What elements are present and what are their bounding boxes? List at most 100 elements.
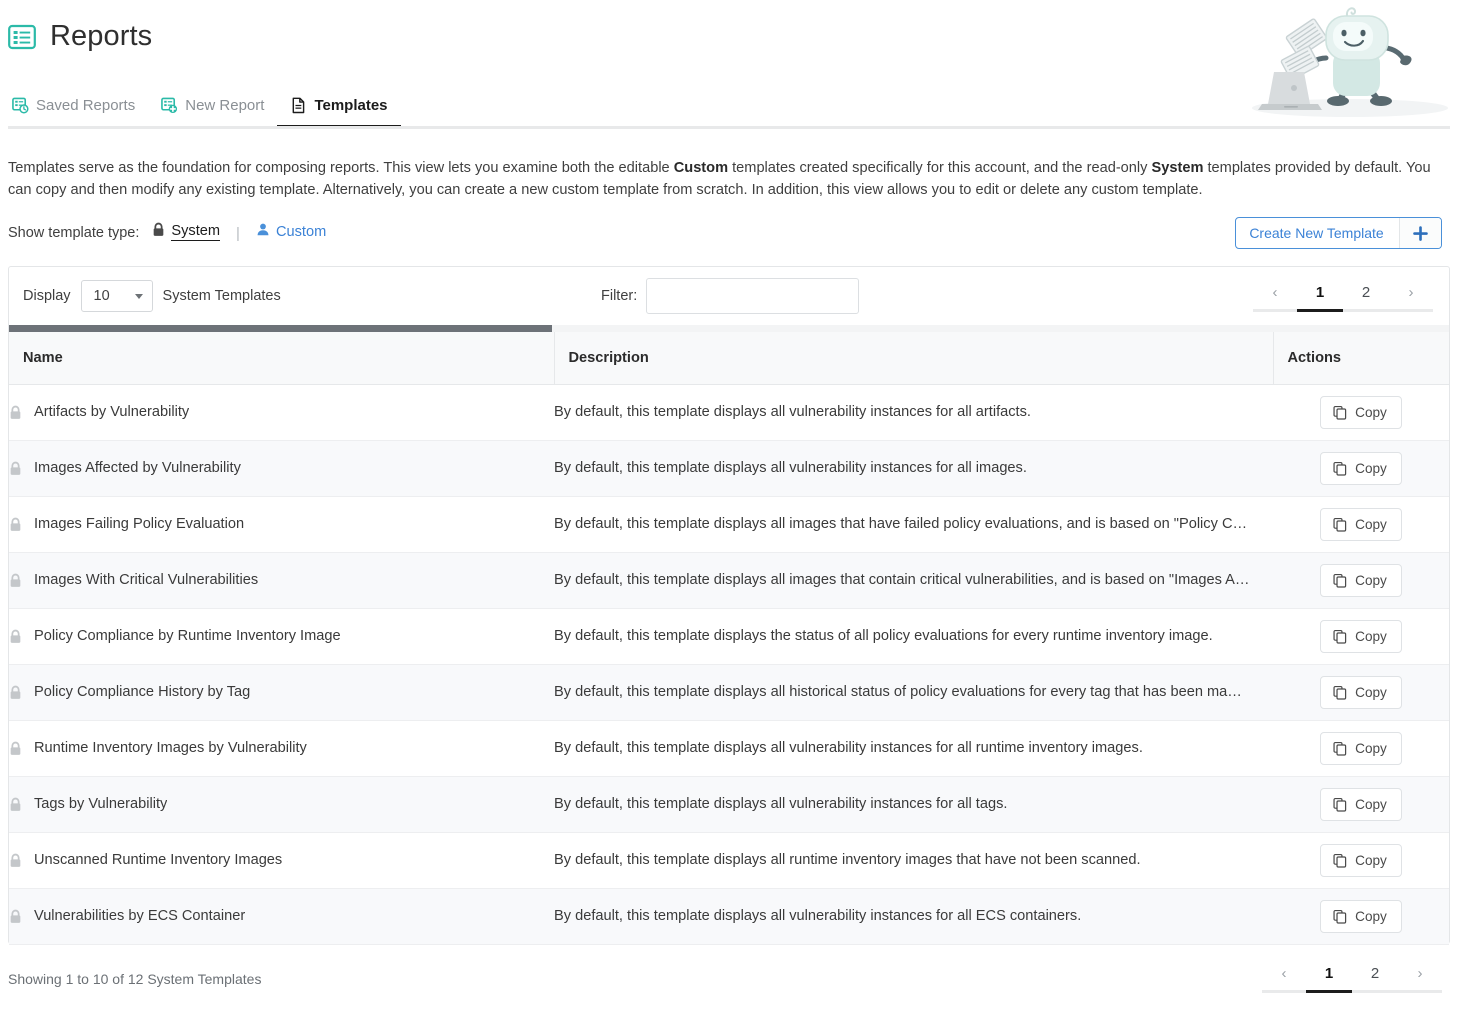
horizontal-scrollbar[interactable] (9, 325, 1449, 332)
table-row[interactable]: Runtime Inventory Images by Vulnerabilit… (9, 720, 1449, 776)
robot-with-laptop-illustration (1232, 0, 1458, 122)
person-icon (256, 222, 270, 242)
plus-icon[interactable] (1399, 218, 1441, 248)
template-type-custom-label: Custom (276, 224, 326, 240)
copy-template-button[interactable]: Copy (1320, 732, 1402, 765)
copy-template-button[interactable]: Copy (1320, 620, 1402, 653)
copy-icon (1333, 853, 1347, 868)
cell-actions: Copy (1273, 552, 1449, 608)
template-name: Policy Compliance History by Tag (34, 684, 250, 700)
tab-divider (8, 126, 1450, 129)
lock-icon (9, 405, 22, 420)
copy-icon (1333, 741, 1347, 756)
copy-button-label: Copy (1355, 909, 1387, 924)
copy-template-button[interactable]: Copy (1320, 508, 1402, 541)
create-new-template-label: Create New Template (1236, 218, 1399, 248)
lock-icon (9, 741, 22, 756)
copy-template-button[interactable]: Copy (1320, 900, 1402, 933)
lock-icon (9, 909, 22, 924)
template-description: By default, this template displays the s… (554, 608, 1273, 664)
template-name: Tags by Vulnerability (34, 796, 167, 812)
column-header-description[interactable]: Description (554, 332, 1273, 384)
page-header: Reports (8, 22, 152, 51)
showing-count-label: Showing 1 to 10 of 12 System Templates (8, 971, 261, 987)
cell-name: Images Affected by Vulnerability (9, 440, 554, 496)
template-description: By default, this template displays all h… (554, 664, 1273, 720)
page-1-button[interactable]: 1 (1306, 957, 1352, 993)
copy-template-button[interactable]: Copy (1320, 452, 1402, 485)
table-row[interactable]: Artifacts by Vulnerability By default, th… (9, 384, 1449, 440)
chevron-right-icon[interactable]: › (1398, 957, 1442, 993)
intro-part-1: Templates serve as the foundation for co… (8, 160, 674, 176)
cell-name: Images With Critical Vulnerabilities (9, 552, 554, 608)
template-description: By default, this template displays all r… (554, 832, 1273, 888)
chevron-left-icon[interactable]: ‹ (1262, 957, 1306, 993)
tab-saved-reports[interactable]: Saved Reports (10, 90, 148, 128)
table-row[interactable]: Unscanned Runtime Inventory ImagesBy def… (9, 832, 1449, 888)
template-name: Images Failing Policy Evaluation (34, 516, 244, 532)
copy-template-button[interactable]: Copy (1320, 788, 1402, 821)
template-type-switcher: Show template type: System | Custom (8, 222, 326, 244)
copy-button-label: Copy (1355, 629, 1387, 644)
cell-actions: Copy (1273, 440, 1449, 496)
create-new-template-button[interactable]: Create New Template (1235, 217, 1442, 249)
filter-input[interactable] (646, 278, 859, 314)
template-name: Policy Compliance by Runtime Inventory I… (34, 628, 341, 644)
copy-button-label: Copy (1355, 685, 1387, 700)
copy-icon (1333, 461, 1347, 476)
copy-template-button[interactable]: Copy (1320, 396, 1402, 429)
column-header-name[interactable]: Name (9, 332, 554, 384)
template-description: By default, this template displays all v… (554, 440, 1273, 496)
display-count-select[interactable]: 10 (81, 280, 153, 312)
chevron-right-icon[interactable]: › (1389, 276, 1433, 312)
copy-template-button[interactable]: Copy (1320, 844, 1402, 877)
page-1-button[interactable]: 1 (1297, 276, 1343, 312)
cell-actions: Copy (1273, 888, 1449, 944)
display-count-value: 10 (94, 288, 110, 304)
copy-button-label: Copy (1355, 461, 1387, 476)
lock-icon (9, 853, 22, 868)
table-row[interactable]: Vulnerabilities by ECS ContainerBy defau… (9, 888, 1449, 944)
table-row[interactable]: Images Failing Policy EvaluationBy defau… (9, 496, 1449, 552)
lock-icon (9, 517, 22, 532)
page-2-button[interactable]: 2 (1343, 276, 1389, 312)
template-type-custom[interactable]: Custom (256, 222, 326, 244)
cell-name: Vulnerabilities by ECS Container (9, 888, 554, 944)
table-row[interactable]: Policy Compliance History by Tag By defau… (9, 664, 1449, 720)
pagination-top: ‹ 1 2 › (1253, 276, 1433, 312)
copy-template-button[interactable]: Copy (1320, 564, 1402, 597)
cell-name: Unscanned Runtime Inventory Images (9, 832, 554, 888)
tab-new-report[interactable]: New Report (148, 90, 277, 128)
tab-bar: Saved Reports New Report (10, 88, 401, 128)
copy-button-label: Copy (1355, 517, 1387, 532)
table-row[interactable]: Policy Compliance by Runtime Inventory I… (9, 608, 1449, 664)
copy-icon (1333, 685, 1347, 700)
chevron-left-icon[interactable]: ‹ (1253, 276, 1297, 312)
intro-part-2: templates created specifically for this … (728, 160, 1151, 176)
copy-button-label: Copy (1355, 853, 1387, 868)
tab-templates[interactable]: Templates (277, 90, 400, 128)
template-name: Vulnerabilities by ECS Container (34, 908, 245, 924)
table-row[interactable]: Tags by Vulnerability By default, this te… (9, 776, 1449, 832)
cell-actions: Copy (1273, 832, 1449, 888)
template-name: Artifacts by Vulnerability (34, 404, 189, 420)
filter-group: Filter: (601, 278, 859, 314)
template-type-system-label: System (171, 223, 220, 241)
table-row[interactable]: Images Affected by VulnerabilityBy defau… (9, 440, 1449, 496)
template-description: By default, this template displays all v… (554, 384, 1273, 440)
table-header-row: Name Description Actions (9, 332, 1449, 384)
page-2-button[interactable]: 2 (1352, 957, 1398, 993)
copy-template-button[interactable]: Copy (1320, 676, 1402, 709)
intro-bold-system: System (1152, 160, 1204, 176)
page-title: Reports (50, 22, 152, 51)
cell-name: Policy Compliance by Runtime Inventory I… (9, 608, 554, 664)
template-type-system[interactable]: System (152, 222, 220, 244)
pagination-bottom: ‹ 1 2 › (1262, 957, 1442, 993)
display-label: Display (23, 288, 71, 304)
template-description: By default, this template displays all v… (554, 776, 1273, 832)
horizontal-scrollbar-thumb[interactable] (9, 325, 552, 332)
table-row[interactable]: Images With Critical VulnerabilitiesBy d… (9, 552, 1449, 608)
cell-actions: Copy (1273, 608, 1449, 664)
table-body: Artifacts by Vulnerability By default, th… (9, 384, 1449, 944)
template-name: Images With Critical Vulnerabilities (34, 572, 258, 588)
